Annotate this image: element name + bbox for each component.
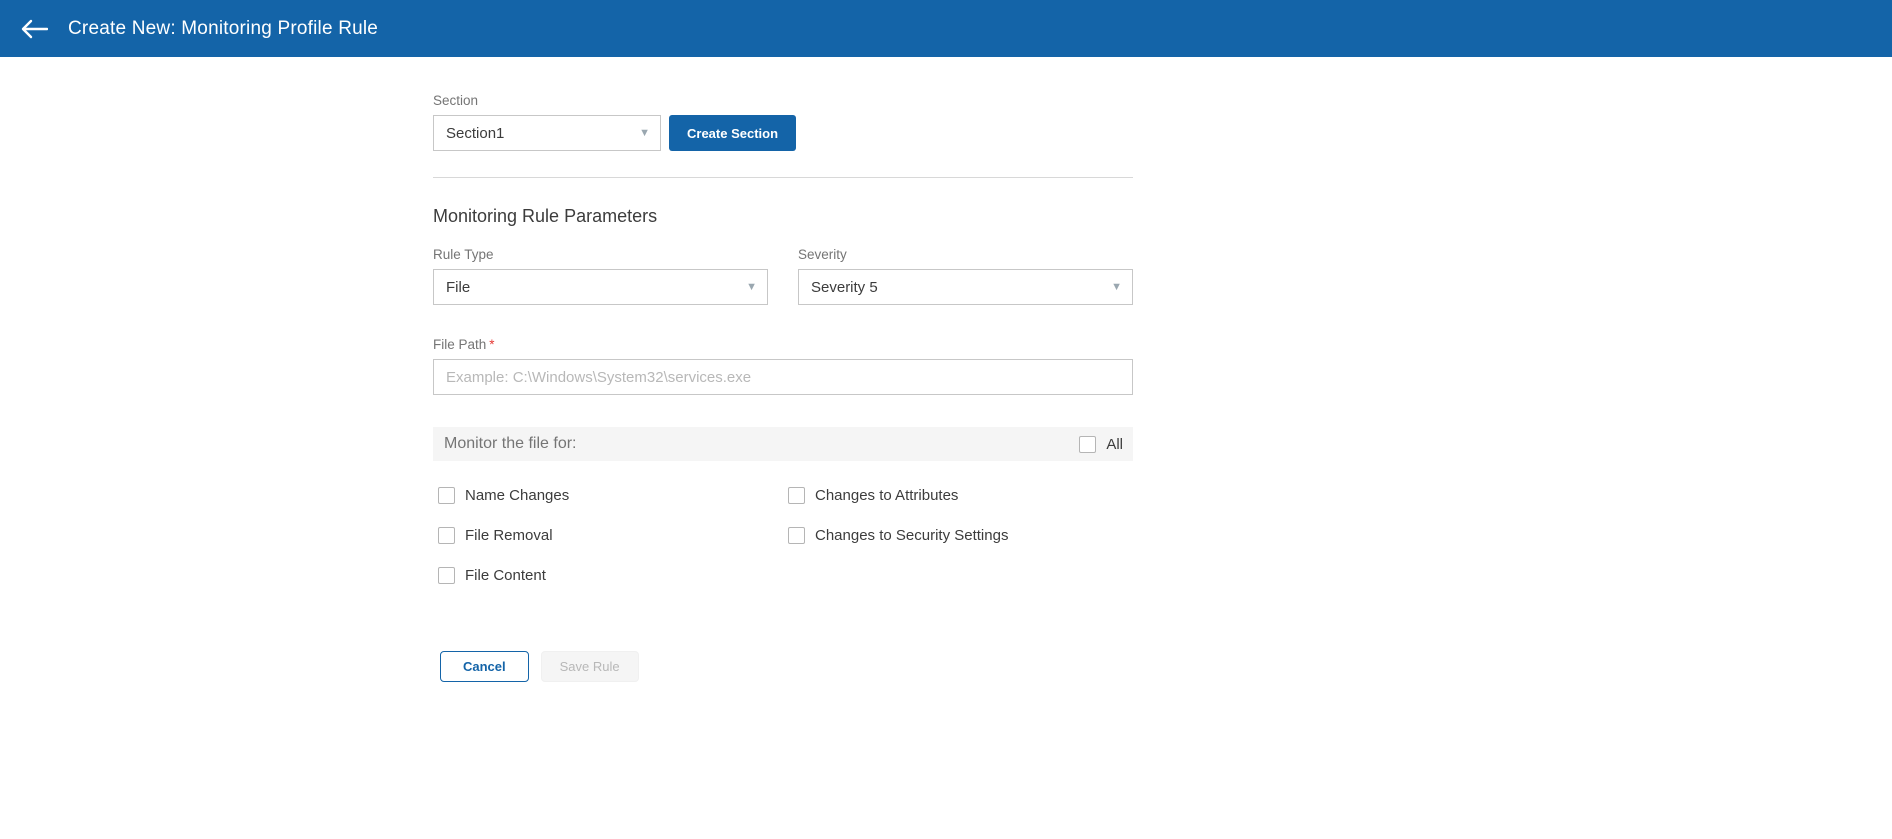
checkbox-label: Changes to Security Settings: [815, 527, 1008, 544]
checkbox-option-name-changes[interactable]: Name Changes: [438, 475, 788, 515]
cancel-button[interactable]: Cancel: [440, 651, 529, 682]
severity-selected-value: Severity 5: [811, 279, 878, 296]
section-block: Section Section1 ▼ Create Section: [433, 93, 1133, 151]
rule-type-label: Rule Type: [433, 247, 768, 262]
section-selected-value: Section1: [446, 125, 504, 142]
all-checkbox-label: All: [1106, 436, 1123, 453]
severity-label: Severity: [798, 247, 1133, 262]
monitor-header-bar: Monitor the file for: All: [433, 427, 1133, 461]
changes-to-attributes-checkbox[interactable]: [788, 487, 805, 504]
checkbox-label: File Removal: [465, 527, 553, 544]
back-button[interactable]: [14, 9, 54, 49]
monitor-heading: Monitor the file for:: [444, 435, 577, 453]
file-path-input[interactable]: [433, 359, 1133, 395]
checkbox-label: Changes to Attributes: [815, 487, 958, 504]
chevron-down-icon: ▼: [639, 127, 650, 139]
changes-to-security-settings-checkbox[interactable]: [788, 527, 805, 544]
checkbox-option-changes-to-security-settings[interactable]: Changes to Security Settings: [788, 515, 1138, 555]
required-marker: *: [489, 337, 494, 352]
checkbox-label: Name Changes: [465, 487, 569, 504]
all-checkbox[interactable]: [1079, 436, 1096, 453]
checkbox-option-file-removal[interactable]: File Removal: [438, 515, 788, 555]
rule-type-select[interactable]: File ▼: [433, 269, 768, 305]
chevron-down-icon: ▼: [1111, 281, 1122, 293]
checkbox-option-changes-to-attributes[interactable]: Changes to Attributes: [788, 475, 1138, 515]
save-rule-button[interactable]: Save Rule: [541, 651, 639, 682]
arrow-left-icon: [20, 19, 48, 39]
rule-type-field: Rule Type File ▼: [433, 247, 768, 305]
page-title: Create New: Monitoring Profile Rule: [68, 18, 378, 40]
severity-field: Severity Severity 5 ▼: [798, 247, 1133, 305]
create-section-button[interactable]: Create Section: [669, 115, 796, 151]
parameters-heading: Monitoring Rule Parameters: [433, 206, 1133, 227]
section-label: Section: [433, 93, 1133, 108]
name-changes-checkbox[interactable]: [438, 487, 455, 504]
file-removal-checkbox[interactable]: [438, 527, 455, 544]
checkbox-option-file-content[interactable]: File Content: [438, 555, 788, 595]
monitor-options-grid: Name Changes Changes to Attributes File …: [438, 475, 1133, 595]
severity-select[interactable]: Severity 5 ▼: [798, 269, 1133, 305]
file-content-checkbox[interactable]: [438, 567, 455, 584]
divider: [433, 177, 1133, 178]
file-path-label: File Path: [433, 337, 486, 352]
page-header: Create New: Monitoring Profile Rule: [0, 0, 1892, 57]
file-path-field: File Path*: [433, 337, 1133, 395]
checkbox-label: File Content: [465, 567, 546, 584]
rule-type-selected-value: File: [446, 279, 470, 296]
chevron-down-icon: ▼: [746, 281, 757, 293]
rule-form: Section Section1 ▼ Create Section Monito…: [433, 57, 1133, 682]
form-actions: Cancel Save Rule: [440, 651, 1133, 682]
section-select[interactable]: Section1 ▼: [433, 115, 661, 151]
